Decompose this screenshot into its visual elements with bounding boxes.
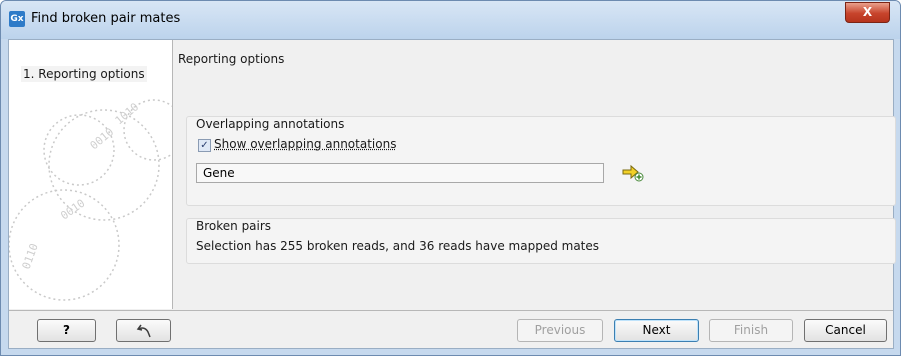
reset-button[interactable]	[116, 319, 171, 342]
overlapping-annotations-group: Overlapping annotations ✓ Show overlappi…	[186, 116, 896, 206]
main-panel: Reporting options Overlapping annotation…	[173, 40, 896, 309]
reset-icon	[136, 324, 151, 337]
annotation-type-field[interactable]	[196, 163, 604, 183]
select-annotation-icon[interactable]	[622, 164, 644, 182]
dialog-content: 0010 1010 0110 0010 1. Reporting options…	[8, 39, 896, 349]
show-overlapping-checkbox[interactable]: ✓	[198, 139, 211, 152]
svg-text:0010: 0010	[88, 125, 117, 152]
svg-text:0110: 0110	[20, 242, 41, 271]
wizard-footer: ? Previous Next Finish Cancel	[9, 310, 893, 349]
svg-text:1010: 1010	[113, 100, 142, 127]
overlapping-annotations-label: Overlapping annotations	[196, 117, 345, 131]
finish-button[interactable]: Finish	[709, 319, 793, 342]
wizard-steps-panel: 0010 1010 0110 0010 1. Reporting options	[9, 40, 173, 309]
broken-pairs-group: Broken pairs Selection has 255 broken re…	[186, 218, 896, 264]
wizard-step-reporting-options[interactable]: 1. Reporting options	[21, 66, 147, 82]
close-button[interactable]: X	[845, 2, 890, 23]
help-button[interactable]: ?	[37, 319, 96, 342]
window-title: Find broken pair mates	[31, 11, 181, 26]
cancel-button[interactable]: Cancel	[804, 319, 887, 342]
title-bar[interactable]: Gx Find broken pair mates X	[1, 1, 900, 39]
next-button[interactable]: Next	[614, 319, 699, 342]
app-icon: Gx	[9, 11, 25, 27]
svg-text:0010: 0010	[58, 197, 87, 223]
broken-pairs-label: Broken pairs	[196, 219, 272, 233]
broken-pairs-summary: Selection has 255 broken reads, and 36 r…	[196, 239, 600, 253]
previous-button[interactable]: Previous	[517, 319, 603, 342]
section-title: Reporting options	[178, 52, 285, 66]
dialog-window: Gx Find broken pair mates X 0010 1010 01…	[0, 0, 901, 356]
show-overlapping-label[interactable]: Show overlapping annotations	[214, 137, 396, 151]
